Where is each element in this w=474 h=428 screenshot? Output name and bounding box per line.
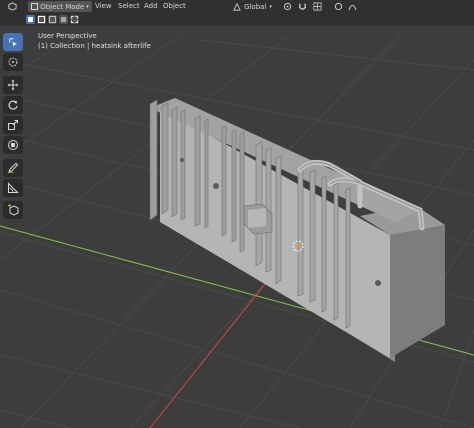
select-new-icon[interactable] <box>26 15 35 24</box>
mode-label: Object Mode <box>40 2 85 11</box>
tool-move[interactable] <box>3 76 23 94</box>
object-mode-icon <box>31 3 39 10</box>
tool-annotate[interactable] <box>3 159 23 177</box>
select-subtract-icon[interactable] <box>48 15 57 24</box>
tool-measure[interactable] <box>3 179 23 197</box>
cube-icon <box>7 2 17 11</box>
chevron-down-icon: ▾ <box>86 3 89 10</box>
select-intersect-icon[interactable] <box>70 15 79 24</box>
tool-transform[interactable] <box>3 136 23 154</box>
orientation-icon <box>233 2 241 11</box>
collection-info: (1) Collection | heatsink afterlife <box>38 42 151 50</box>
menu-object[interactable]: Object <box>163 1 186 12</box>
add-cube-icon <box>8 204 19 216</box>
magnet-icon <box>298 3 306 10</box>
menu-add[interactable]: Add <box>144 1 158 12</box>
pencil-icon <box>7 162 19 174</box>
cursor-3d-icon <box>8 57 18 67</box>
ruler-icon <box>8 182 19 193</box>
rotate-icon <box>8 100 18 110</box>
view-name: User Perspective <box>38 32 97 40</box>
tool-cursor[interactable] <box>3 53 23 71</box>
scale-icon <box>8 120 18 130</box>
tool-scale[interactable] <box>3 116 23 134</box>
heatsink-model <box>149 98 445 362</box>
falloff-dropdown[interactable] <box>346 1 358 12</box>
pivot-point-button[interactable] <box>280 1 294 12</box>
orientation-dropdown[interactable]: Global ▾ <box>230 1 275 12</box>
snap-toggle[interactable] <box>296 1 308 12</box>
tool-add-cube[interactable] <box>3 201 23 219</box>
tool-select-box[interactable] <box>3 33 23 51</box>
snap-grid-icon <box>313 2 321 11</box>
tool-rotate[interactable] <box>3 96 23 114</box>
mode-dropdown[interactable]: Object Mode ▾ <box>28 1 92 12</box>
editor-type-button[interactable] <box>4 1 20 12</box>
move-arrows-icon <box>7 79 19 91</box>
chevron-down-icon: ▾ <box>269 3 272 10</box>
menu-view[interactable]: View <box>95 1 112 12</box>
proportional-icon <box>334 2 342 11</box>
select-cursor-icon <box>8 37 17 47</box>
select-invert-icon[interactable] <box>59 15 68 24</box>
falloff-curve-icon <box>347 4 357 11</box>
viewport-header: Object Mode ▾ View Select Add Object Glo… <box>0 0 474 14</box>
orientation-label: Global <box>244 2 267 11</box>
snap-target-dropdown[interactable] <box>310 1 324 12</box>
transform-icon <box>8 140 18 150</box>
menu-select[interactable]: Select <box>118 1 140 12</box>
viewport-scene[interactable] <box>0 26 474 428</box>
pivot-icon <box>283 2 291 11</box>
proportional-edit-toggle[interactable] <box>332 1 344 12</box>
select-extend-icon[interactable] <box>37 15 46 24</box>
